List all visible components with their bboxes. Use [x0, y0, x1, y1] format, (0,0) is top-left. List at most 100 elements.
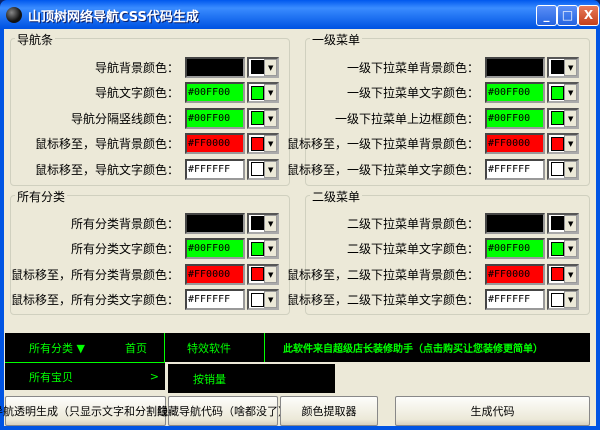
color-dropdown[interactable]: ▼ [547, 56, 579, 78]
generate-code-button[interactable]: 生成代码 [395, 396, 590, 426]
close-button[interactable]: X [578, 5, 599, 26]
color-label: 二级下拉菜单背景颜色： [346, 216, 479, 231]
color-row: 二级下拉菜单文字颜色： #00FF00 ▼ [347, 238, 579, 260]
color-dropdown[interactable]: ▼ [547, 158, 579, 180]
chevron-down-icon[interactable]: ▼ [564, 291, 577, 308]
color-value-input[interactable] [485, 56, 545, 78]
submenu-by-sales[interactable]: 按销量 [168, 364, 335, 393]
nav-all-categories[interactable]: 所有分类 ▼ [5, 333, 125, 362]
color-dropdown[interactable]: ▼ [547, 133, 579, 154]
maximize-button[interactable]: □ [557, 5, 578, 26]
group-title: 所有分类 [15, 188, 68, 205]
nav-home[interactable]: 首页 [125, 333, 165, 362]
group-1: 一级菜单 一级下拉菜单背景颜色： ▼ 一级下拉菜单文字颜色： #00FF00 ▼… [287, 31, 590, 186]
chevron-down-icon[interactable]: ▼ [264, 214, 277, 232]
color-label: 鼠标移至，二级下拉菜单背景颜色： [286, 267, 479, 282]
color-dropdown[interactable]: ▼ [547, 263, 579, 285]
color-label: 鼠标移至，一级下拉菜单背景颜色： [286, 137, 479, 151]
color-value-input[interactable] [185, 212, 245, 234]
color-value-input[interactable] [485, 212, 545, 234]
color-value-input[interactable]: #FFFFFF [185, 158, 245, 180]
color-dropdown[interactable]: ▼ [247, 82, 279, 103]
group-0: 导航条 导航背景颜色： ▼ 导航文字颜色： #00FF00 ▼ 导航分隔竖线颜色… [10, 31, 290, 186]
color-value-input[interactable]: #FFFFFF [485, 158, 545, 180]
color-dropdown[interactable]: ▼ [247, 158, 279, 180]
color-dropdown[interactable]: ▼ [247, 238, 279, 259]
color-value-input[interactable]: #00FF00 [185, 82, 245, 103]
color-row: 所有分类背景颜色： ▼ [71, 212, 279, 234]
chevron-down-icon[interactable]: ▼ [564, 58, 577, 76]
color-dropdown[interactable]: ▼ [547, 107, 579, 129]
minimize-button[interactable]: _ [536, 5, 557, 26]
color-swatch [551, 85, 565, 100]
color-swatch [251, 162, 265, 176]
chevron-down-icon[interactable]: ▼ [564, 84, 577, 101]
color-dropdown[interactable]: ▼ [547, 238, 579, 259]
color-row: 一级下拉菜单文字颜色： #00FF00 ▼ [347, 82, 579, 104]
color-label: 鼠标移至，导航背景颜色： [34, 137, 179, 151]
nav-preview: 所有分类 ▼ 首页 特效软件 此软件来自超级店长装修助手（点击购买让您装修更简单… [5, 333, 590, 362]
chevron-down-icon[interactable]: ▼ [264, 291, 277, 308]
color-row: 鼠标移至，一级下拉菜单文字颜色： #FFFFFF ▼ [287, 158, 579, 180]
color-value-input[interactable]: #FF0000 [185, 263, 245, 285]
color-label: 导航背景颜色： [94, 60, 179, 75]
chevron-down-icon[interactable]: ▼ [264, 84, 277, 101]
color-picker-button[interactable]: 颜色提取器 [280, 396, 378, 426]
color-dropdown[interactable]: ▼ [247, 133, 279, 154]
color-value-input[interactable]: #00FF00 [485, 107, 545, 129]
color-swatch [251, 85, 265, 100]
color-value-input[interactable]: #00FF00 [485, 82, 545, 103]
color-swatch [251, 111, 265, 125]
color-dropdown[interactable]: ▼ [547, 289, 579, 310]
hide-nav-button[interactable]: 隐藏导航代码（啥都没了） [157, 396, 289, 426]
color-value-input[interactable] [185, 56, 245, 78]
color-row: 鼠标移至，二级下拉菜单背景颜色： #FF0000 ▼ [287, 263, 579, 285]
nav-effects[interactable]: 特效软件 [165, 333, 265, 362]
color-row: 一级下拉菜单上边框颜色： #00FF00 ▼ [335, 107, 579, 129]
chevron-down-icon[interactable]: ▼ [264, 160, 277, 178]
color-dropdown[interactable]: ▼ [247, 56, 279, 78]
chevron-down-icon[interactable]: ▼ [564, 265, 577, 283]
color-value-input[interactable]: #FF0000 [485, 133, 545, 154]
app-icon [6, 7, 22, 23]
chevron-down-icon[interactable]: ▼ [564, 214, 577, 232]
color-swatch [551, 292, 565, 307]
chevron-down-icon[interactable]: ▼ [564, 109, 577, 127]
nav-promo-link[interactable]: 此软件来自超级店长装修助手（点击购买让您装修更简单） [265, 333, 543, 362]
chevron-down-icon[interactable]: ▼ [264, 240, 277, 257]
color-row: 鼠标移至，所有分类文字颜色： #FFFFFF ▼ [11, 289, 279, 311]
color-value-input[interactable]: #00FF00 [185, 107, 245, 129]
color-swatch [251, 136, 265, 151]
chevron-down-icon[interactable]: ▼ [264, 135, 277, 152]
window-title: 山顶树网络导航CSS代码生成 [28, 9, 199, 25]
color-value-input[interactable]: #FFFFFF [185, 289, 245, 310]
color-value-input[interactable]: #00FF00 [185, 238, 245, 259]
transparent-generate-button[interactable]: 导航透明生成（只显示文字和分割线） [0, 396, 179, 426]
color-label: 所有分类文字颜色： [70, 242, 179, 256]
color-swatch [551, 241, 565, 256]
color-dropdown[interactable]: ▼ [247, 107, 279, 129]
submenu-all-items-label: 所有宝贝 [29, 370, 73, 384]
group-3: 二级菜单 二级下拉菜单背景颜色： ▼ 二级下拉菜单文字颜色： #00FF00 ▼… [287, 188, 590, 315]
color-value-input[interactable]: #FF0000 [185, 133, 245, 154]
color-dropdown[interactable]: ▼ [547, 82, 579, 103]
color-dropdown[interactable]: ▼ [247, 263, 279, 285]
color-dropdown[interactable]: ▼ [247, 289, 279, 310]
color-row: 一级下拉菜单背景颜色： ▼ [347, 56, 579, 78]
submenu-all-items[interactable]: 所有宝贝 > [5, 362, 165, 390]
color-row: 鼠标移至，所有分类背景颜色： #FF0000 ▼ [11, 263, 279, 285]
chevron-right-icon: > [149, 370, 159, 383]
color-swatch [551, 162, 565, 176]
color-value-input[interactable]: #FFFFFF [485, 289, 545, 310]
chevron-down-icon[interactable]: ▼ [564, 135, 577, 152]
color-dropdown[interactable]: ▼ [247, 212, 279, 234]
chevron-down-icon[interactable]: ▼ [564, 240, 577, 257]
chevron-down-icon[interactable]: ▼ [264, 58, 277, 76]
color-value-input[interactable]: #00FF00 [485, 238, 545, 259]
chevron-down-icon[interactable]: ▼ [564, 160, 577, 178]
color-dropdown[interactable]: ▼ [547, 212, 579, 234]
color-value-input[interactable]: #FF0000 [485, 263, 545, 285]
chevron-down-icon[interactable]: ▼ [264, 265, 277, 283]
chevron-down-icon[interactable]: ▼ [264, 109, 277, 127]
color-row: 导航背景颜色： ▼ [95, 56, 279, 78]
